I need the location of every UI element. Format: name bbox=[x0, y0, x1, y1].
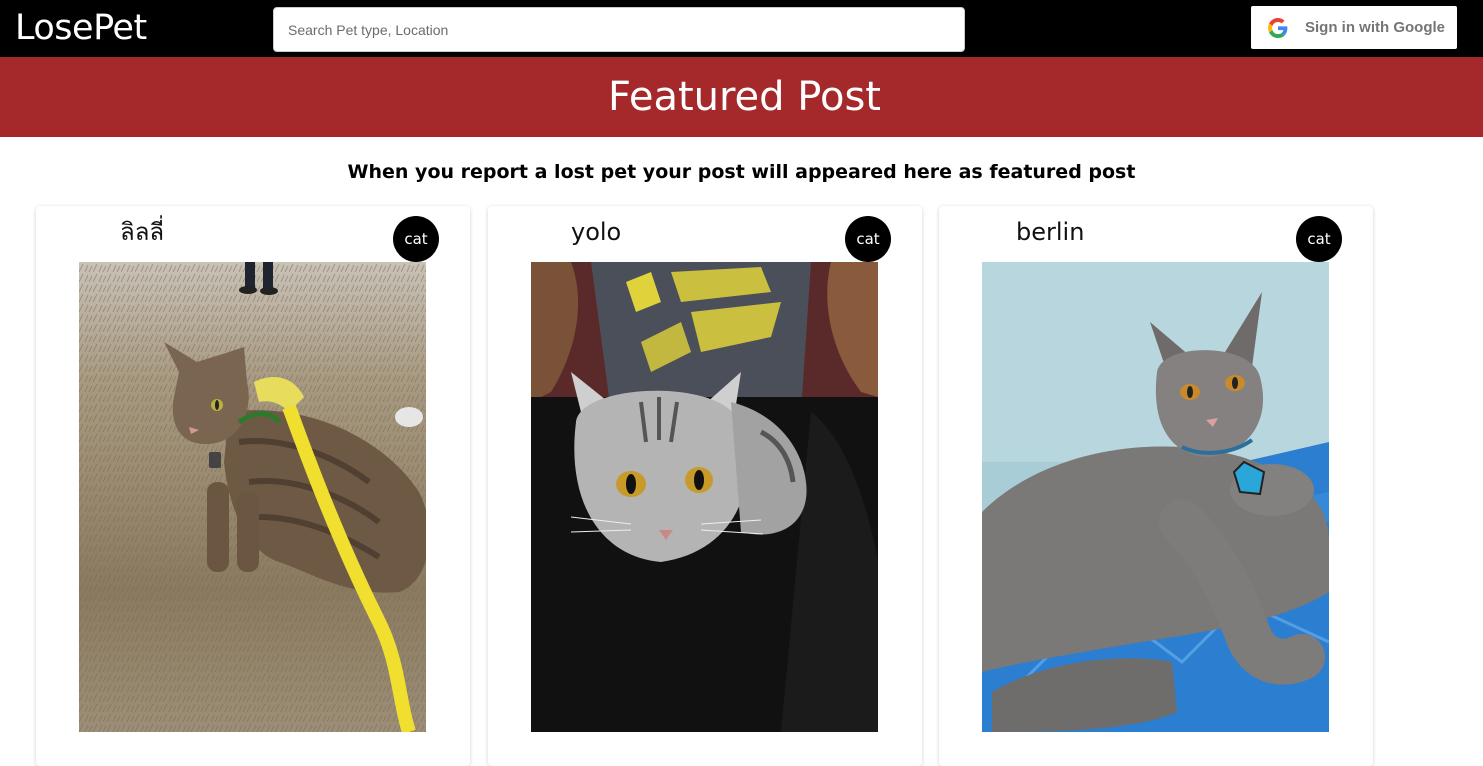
pet-photo-image bbox=[982, 262, 1329, 732]
banner-title: Featured Post bbox=[608, 74, 881, 120]
site-logo[interactable]: LosePet bbox=[15, 6, 147, 50]
pet-type-badge: cat bbox=[1296, 216, 1342, 262]
pet-photo[interactable] bbox=[79, 262, 426, 732]
pet-name: yolo bbox=[571, 218, 622, 246]
search-input[interactable] bbox=[273, 7, 965, 52]
top-navbar: LosePet Sign in with Google bbox=[0, 0, 1483, 57]
google-signin-label: Sign in with Google bbox=[1305, 19, 1445, 36]
pet-photo-image bbox=[531, 262, 878, 732]
featured-banner: Featured Post bbox=[0, 57, 1483, 137]
pet-name: berlin bbox=[1016, 218, 1085, 246]
pet-name: ลิลลี่ bbox=[120, 218, 165, 246]
pet-type-badge: cat bbox=[393, 216, 439, 262]
google-signin-button[interactable]: Sign in with Google bbox=[1251, 6, 1457, 49]
featured-subtitle: When you report a lost pet your post wil… bbox=[347, 161, 1136, 183]
pet-photo[interactable] bbox=[982, 262, 1329, 732]
pet-photo[interactable] bbox=[531, 262, 878, 732]
post-card[interactable]: ลิลลี่ cat bbox=[36, 206, 470, 766]
google-g-icon bbox=[1268, 17, 1288, 38]
post-card[interactable]: yolo cat bbox=[488, 206, 922, 766]
pet-type-badge: cat bbox=[845, 216, 891, 262]
post-card[interactable]: berlin cat bbox=[939, 206, 1373, 766]
pet-photo-image bbox=[79, 262, 426, 732]
